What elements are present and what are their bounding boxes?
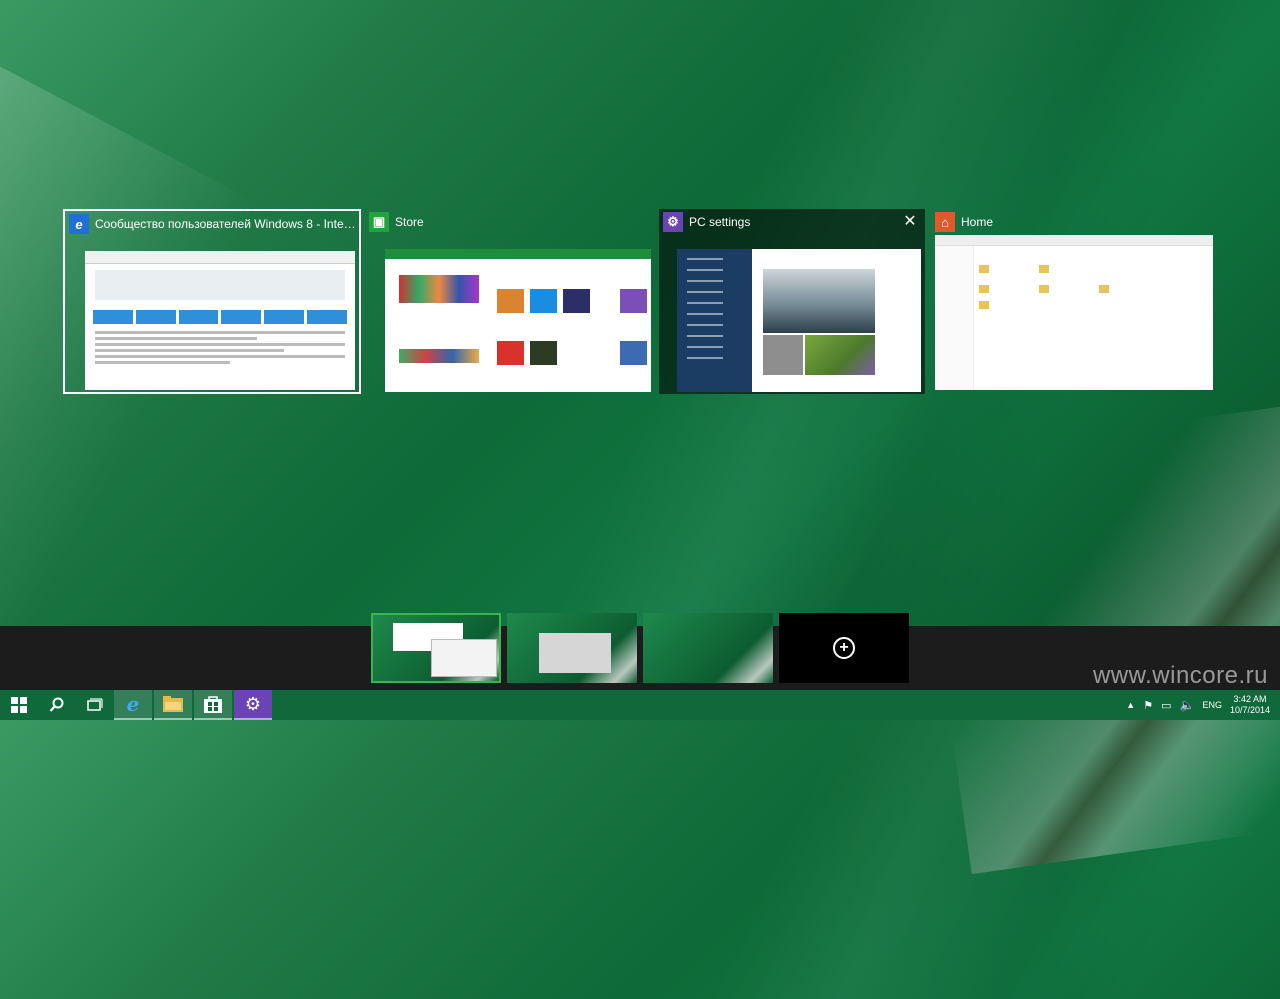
watermark: www.wincore.ru xyxy=(1092,662,1268,689)
taskbar-pc-settings[interactable]: ⚙ xyxy=(234,690,272,720)
search-button[interactable] xyxy=(38,690,76,720)
window-thumbnail-store[interactable]: ▣ Store xyxy=(365,209,655,394)
start-button[interactable] xyxy=(0,690,38,720)
window-preview xyxy=(385,249,651,392)
window-preview xyxy=(85,251,355,390)
window-title-bar: ▣ Store xyxy=(365,209,655,235)
file-explorer-icon xyxy=(163,696,183,712)
clock[interactable]: 3:42 AM 10/7/2014 xyxy=(1230,694,1270,716)
taskbar-internet-explorer[interactable]: e xyxy=(114,690,152,720)
search-icon xyxy=(49,697,64,712)
taskbar: e ⚙ ▲ ⚑ ▭ 🔈 ENG 3:42 AM 10/7/2014 xyxy=(0,690,1280,720)
window-title-bar: ⚙ PC settings xyxy=(659,209,925,235)
clock-date: 10/7/2014 xyxy=(1229,705,1270,715)
window-preview xyxy=(935,235,1213,390)
window-thumbnail-home[interactable]: ⌂ Home xyxy=(931,209,1217,394)
action-center-icon[interactable]: ⚑ xyxy=(1143,699,1153,712)
desktop-thumbnail-2[interactable] xyxy=(507,613,637,683)
store-icon xyxy=(204,696,222,713)
window-preview xyxy=(677,249,921,392)
taskbar-store[interactable] xyxy=(194,690,232,720)
network-icon[interactable]: ▭ xyxy=(1161,699,1171,712)
clock-time: 3:42 AM xyxy=(1233,694,1267,704)
system-tray: ▲ ⚑ ▭ 🔈 ENG 3:42 AM 10/7/2014 xyxy=(1126,690,1270,720)
window-title: Store xyxy=(395,215,424,229)
window-title: PC settings xyxy=(689,215,751,229)
task-view-button[interactable] xyxy=(76,690,114,720)
window-thumbnail-pc-settings[interactable]: ⚙ PC settings ✕ xyxy=(659,209,925,394)
internet-explorer-icon: e xyxy=(69,214,89,234)
gear-icon: ⚙ xyxy=(663,212,683,232)
volume-icon[interactable]: 🔈 xyxy=(1179,698,1194,712)
show-hidden-icons-button[interactable]: ▲ xyxy=(1126,700,1135,710)
close-window-button[interactable]: ✕ xyxy=(901,213,919,231)
store-icon: ▣ xyxy=(369,212,389,232)
wallpaper-streak xyxy=(0,0,260,999)
language-indicator[interactable]: ENG xyxy=(1202,700,1222,710)
start-icon xyxy=(11,697,27,713)
virtual-desktops-bar xyxy=(0,626,1280,690)
desktop-thumbnail-3[interactable] xyxy=(643,613,773,683)
internet-explorer-icon: e xyxy=(126,692,140,716)
taskbar-file-explorer[interactable] xyxy=(154,690,192,720)
window-title: Home xyxy=(961,215,994,229)
add-desktop-button[interactable]: + xyxy=(779,613,909,683)
task-view-icon xyxy=(87,698,103,711)
window-title-bar: e Сообщество пользователей Windows 8 - I… xyxy=(65,211,359,237)
plus-icon: + xyxy=(833,637,855,659)
gear-icon: ⚙ xyxy=(244,693,262,714)
window-title-bar: ⌂ Home xyxy=(931,209,1217,235)
home-icon: ⌂ xyxy=(935,212,955,232)
desktop-thumbnail-1[interactable] xyxy=(371,613,501,683)
window-thumbnail-internet-explorer[interactable]: e Сообщество пользователей Windows 8 - I… xyxy=(63,209,361,394)
window-title: Сообщество пользователей Windows 8 - Int… xyxy=(95,217,357,231)
